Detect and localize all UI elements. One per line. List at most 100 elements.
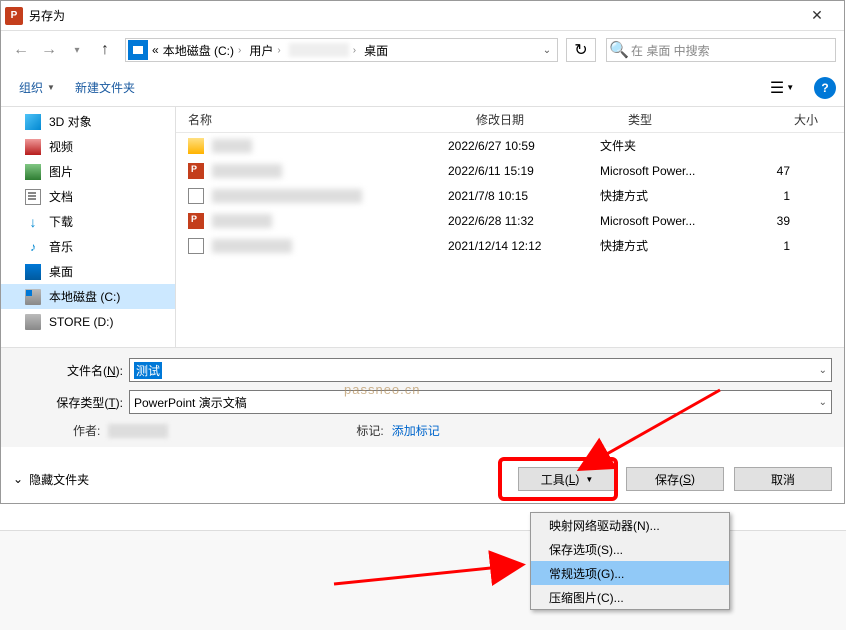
file-row[interactable]: 2021/7/8 10:15快捷方式1 — [176, 183, 844, 208]
path-breadcrumb[interactable]: « 本地磁盘 (C:)› 用户› › 桌面 ⌄ — [125, 38, 558, 62]
sidebar-icon — [25, 164, 41, 180]
author-redacted — [108, 424, 168, 438]
sidebar-item[interactable]: 3D 对象 — [1, 109, 175, 134]
file-date: 2022/6/28 11:32 — [448, 214, 600, 228]
dropdown-item[interactable]: 保存选项(S)... — [531, 537, 729, 561]
sidebar-icon — [25, 264, 41, 280]
file-name-redacted — [212, 189, 362, 203]
up-button[interactable]: ↑ — [93, 38, 117, 62]
path-redacted — [289, 43, 349, 57]
file-name-redacted — [212, 239, 292, 253]
recent-dropdown[interactable]: ▾ — [65, 38, 89, 62]
file-type: 快捷方式 — [600, 187, 740, 204]
dropdown-item[interactable]: 常规选项(G)... — [531, 561, 729, 585]
sidebar-item[interactable]: STORE (D:) — [1, 309, 175, 334]
col-type[interactable]: 类型 — [628, 111, 768, 128]
file-date: 2021/12/14 12:12 — [448, 239, 600, 253]
sidebar-icon: ♪ — [25, 239, 41, 255]
search-icon: 🔍 — [607, 40, 631, 60]
drive-icon — [128, 40, 148, 60]
save-button[interactable]: 保存(S) — [626, 467, 724, 491]
filetype-label: 保存类型(T): — [13, 394, 129, 411]
sidebar-item-label: 3D 对象 — [49, 113, 92, 130]
file-row[interactable]: 2022/6/11 15:19Microsoft Power...47 — [176, 158, 844, 183]
hide-folders-link[interactable]: ⌄隐藏文件夹 — [13, 471, 89, 488]
file-icon — [188, 213, 204, 229]
back-button[interactable]: ← — [9, 38, 33, 62]
path-prefix: « — [150, 43, 161, 57]
dropdown-item[interactable]: 压缩图片(C)... — [531, 585, 729, 609]
file-icon — [188, 188, 204, 204]
sidebar-item[interactable]: 桌面 — [1, 259, 175, 284]
forward-button[interactable]: → — [37, 38, 61, 62]
watermark: passneo.cn — [344, 382, 421, 397]
sidebar-item-label: 图片 — [49, 163, 73, 180]
file-icon — [188, 163, 204, 179]
file-row[interactable]: 2022/6/28 11:32Microsoft Power...39 — [176, 208, 844, 233]
path-desktop[interactable]: 桌面 — [364, 42, 388, 59]
col-name[interactable]: 名称 — [176, 111, 476, 128]
sidebar-icon — [25, 139, 41, 155]
col-size[interactable]: 大小 — [768, 111, 828, 128]
titlebar: P 另存为 ✕ — [1, 1, 844, 31]
sidebar-item[interactable]: 本地磁盘 (C:) — [1, 284, 175, 309]
chevron-down-icon: ⌄ — [13, 472, 23, 486]
tag-label: 标记: — [356, 422, 383, 439]
new-folder-button[interactable]: 新建文件夹 — [65, 75, 145, 100]
file-date: 2022/6/27 10:59 — [448, 139, 600, 153]
sidebar-icon — [25, 189, 41, 205]
file-size: 47 — [740, 164, 800, 178]
tools-button[interactable]: 工具(L)▼ — [518, 467, 616, 491]
close-button[interactable]: ✕ — [794, 2, 840, 30]
view-button[interactable]: ☰ ▼ — [762, 78, 802, 98]
sidebar-item-label: 音乐 — [49, 238, 73, 255]
sidebar-icon — [25, 289, 41, 305]
file-name-redacted — [212, 139, 252, 153]
tools-dropdown: 映射网络驱动器(N)...保存选项(S)...常规选项(G)...压缩图片(C)… — [530, 512, 730, 610]
cancel-button[interactable]: 取消 — [734, 467, 832, 491]
filename-input[interactable]: 测试⌄ — [129, 358, 832, 382]
filetype-select[interactable]: PowerPoint 演示文稿⌄ — [129, 390, 832, 414]
file-row[interactable]: 2022/6/27 10:59文件夹 — [176, 133, 844, 158]
path-user[interactable]: 用户 — [249, 42, 273, 59]
dropdown-item[interactable]: 映射网络驱动器(N)... — [531, 513, 729, 537]
sidebar-item[interactable]: ↓下载 — [1, 209, 175, 234]
file-icon — [188, 238, 204, 254]
organize-button[interactable]: 组织▼ — [9, 75, 65, 100]
sidebar-item[interactable]: 视频 — [1, 134, 175, 159]
col-date[interactable]: 修改日期 — [476, 111, 628, 128]
sidebar-item-label: 视频 — [49, 138, 73, 155]
search-input[interactable]: 🔍 在 桌面 中搜索 — [606, 38, 836, 62]
sidebar-icon — [25, 114, 41, 130]
chevron-down-icon[interactable]: ⌄ — [819, 397, 827, 408]
file-date: 2022/6/11 15:19 — [448, 164, 600, 178]
path-dropdown[interactable]: ⌄ — [537, 45, 557, 56]
file-name-redacted — [212, 164, 282, 178]
file-type: Microsoft Power... — [600, 164, 740, 178]
sidebar-item[interactable]: ♪ 音乐 — [1, 234, 175, 259]
chevron-down-icon[interactable]: ⌄ — [819, 365, 827, 376]
sidebar-item-label: 桌面 — [49, 263, 73, 280]
sidebar-item-label: 文档 — [49, 188, 73, 205]
refresh-button[interactable]: ↻ — [566, 38, 596, 62]
add-tag-link[interactable]: 添加标记 — [392, 422, 440, 439]
sidebar-item[interactable]: 文档 — [1, 184, 175, 209]
file-size: 1 — [740, 189, 800, 203]
file-row[interactable]: 2021/12/14 12:12快捷方式1 — [176, 233, 844, 258]
file-type: Microsoft Power... — [600, 214, 740, 228]
sidebar-icon — [25, 314, 41, 330]
sidebar-item-label: STORE (D:) — [49, 315, 113, 329]
sidebar-item-label: 本地磁盘 (C:) — [49, 288, 120, 305]
sidebar-item[interactable]: 图片 — [1, 159, 175, 184]
help-button[interactable]: ? — [814, 77, 836, 99]
filename-label: 文件名(N): — [13, 362, 129, 379]
file-type: 文件夹 — [600, 137, 740, 154]
powerpoint-icon: P — [5, 7, 23, 25]
path-disk[interactable]: 本地磁盘 (C:) — [163, 42, 234, 59]
column-headers[interactable]: 名称 修改日期 类型 大小 — [176, 107, 844, 133]
file-type: 快捷方式 — [600, 237, 740, 254]
file-name-redacted — [212, 214, 272, 228]
file-icon — [188, 138, 204, 154]
window-title: 另存为 — [29, 7, 794, 24]
sidebar: 3D 对象视频图片文档 ↓下载 ♪ 音乐桌面本地磁盘 (C:) STORE (D:) — [1, 107, 176, 347]
